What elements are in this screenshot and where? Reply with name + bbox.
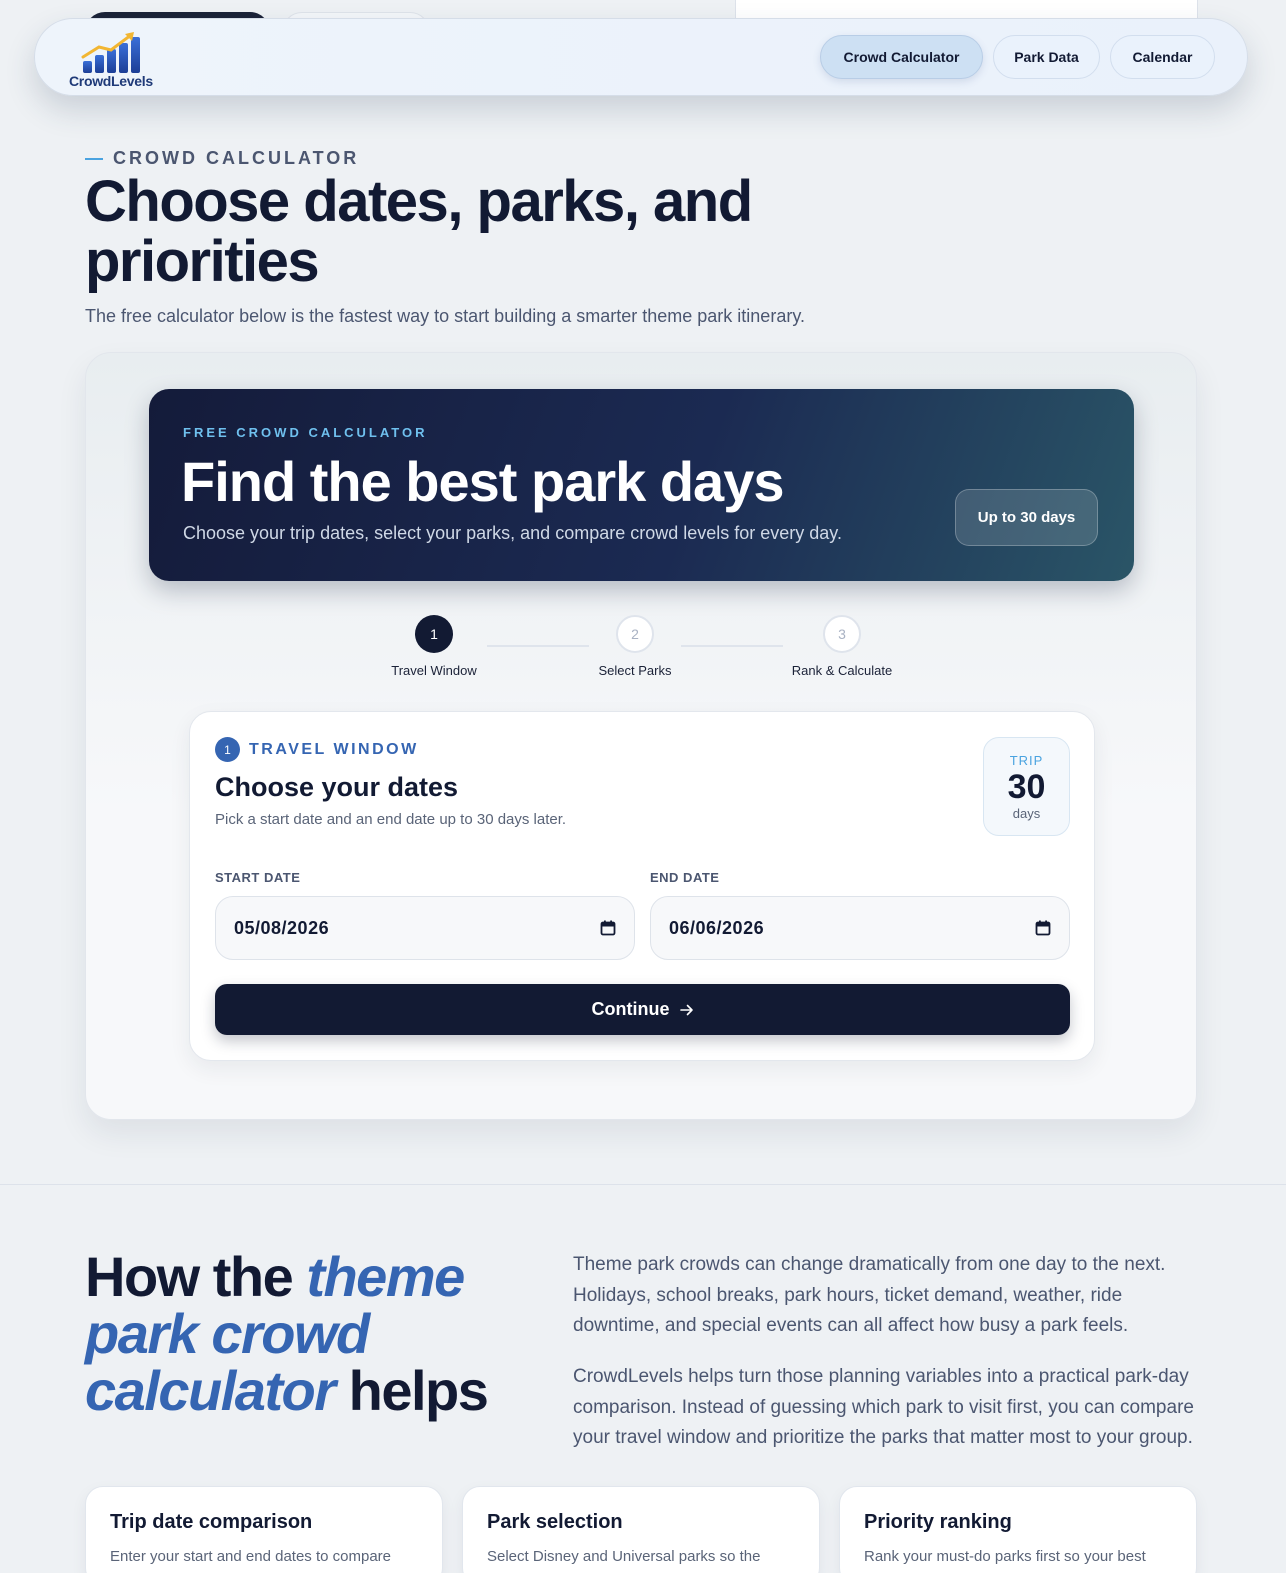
calendar-icon[interactable]	[1035, 920, 1051, 936]
title-prefix: How the	[85, 1245, 294, 1308]
banner-title: Find the best park days	[181, 450, 784, 513]
trip-days: 30	[1007, 768, 1046, 806]
feature-description: Select Disney and Universal parks so the	[487, 1548, 761, 1565]
calculator-card: FREE CROWD CALCULATOR Find the best park…	[85, 352, 1197, 1120]
banner-subtitle: Choose your trip dates, select your park…	[183, 523, 842, 543]
form-title: Choose your dates	[215, 772, 459, 802]
step-label: Select Parks	[598, 663, 672, 678]
form-subtitle: Pick a start date and an end date up to …	[215, 811, 567, 828]
trip-label: TRIP	[1009, 753, 1044, 768]
arrow-right-icon	[679, 1004, 693, 1015]
end-date-value: 06/06/2026	[669, 917, 765, 938]
top-navigation: CrowdLevels Crowd Calculator Park Data C…	[34, 18, 1248, 96]
feature-card-parks: Park selection Select Disney and Univers…	[462, 1486, 820, 1573]
calculator-banner: FREE CROWD CALCULATOR Find the best park…	[149, 389, 1134, 581]
step-travel-window[interactable]: 1 Travel Window	[384, 615, 484, 678]
start-date-label: START DATE	[215, 870, 301, 885]
eyebrow-dash	[85, 157, 103, 160]
eyebrow-text: CROWD CALCULATOR	[113, 148, 360, 168]
section-label: TRAVEL WINDOW	[249, 740, 419, 758]
page-title: Choose dates, parks, and priorities	[85, 169, 753, 294]
feature-title: Priority ranking	[864, 1511, 1012, 1533]
section-divider	[0, 1184, 1286, 1185]
section-number: 1	[215, 737, 240, 762]
feature-card-dates: Trip date comparison Enter your start an…	[85, 1486, 443, 1573]
end-date-input[interactable]: 06/06/2026	[650, 896, 1070, 960]
trip-length-badge: TRIP 30 days	[983, 737, 1070, 836]
how-paragraph-2: CrowdLevels helps turn those planning va…	[573, 1366, 1194, 1448]
continue-button[interactable]: Continue	[215, 984, 1070, 1035]
logo-text: CrowdLevels	[69, 73, 153, 89]
step-rank-calculate[interactable]: 3 Rank & Calculate	[782, 615, 902, 678]
nav-park-data[interactable]: Park Data	[993, 35, 1100, 79]
title-suffix: helps	[348, 1359, 489, 1422]
banner-eyebrow: FREE CROWD CALCULATOR	[183, 425, 428, 440]
step-label: Travel Window	[391, 663, 477, 678]
step-number: 3	[823, 615, 861, 653]
hero-eyebrow: CROWD CALCULATOR	[85, 148, 359, 169]
trip-unit: days	[1012, 806, 1041, 821]
range-badge: Up to 30 days	[955, 489, 1098, 546]
start-date-input[interactable]: 05/08/2026	[215, 896, 635, 960]
feature-card-priority: Priority ranking Rank your must-do parks…	[839, 1486, 1197, 1573]
step-number: 1	[415, 615, 453, 653]
nav-calendar[interactable]: Calendar	[1110, 35, 1215, 79]
feature-title: Park selection	[487, 1511, 623, 1533]
feature-description: Enter your start and end dates to compar…	[110, 1548, 391, 1565]
feature-description: Rank your must-do parks first so your be…	[864, 1548, 1146, 1565]
continue-label: Continue	[591, 999, 670, 1019]
how-section-title: How the theme park crowd calculator help…	[85, 1248, 525, 1419]
start-date-value: 05/08/2026	[234, 917, 330, 938]
calendar-icon[interactable]	[600, 920, 616, 936]
stepper-connector	[487, 645, 589, 647]
how-paragraph-1: Theme park crowds can change dramaticall…	[573, 1254, 1166, 1336]
step-number: 2	[616, 615, 654, 653]
end-date-label: END DATE	[650, 870, 720, 885]
page-lede: The free calculator below is the fastest…	[85, 306, 805, 326]
step-label: Rank & Calculate	[791, 663, 893, 678]
stepper-connector	[681, 645, 783, 647]
nav-crowd-calculator[interactable]: Crowd Calculator	[820, 35, 983, 79]
section-header: 1 TRAVEL WINDOW	[215, 737, 419, 762]
logo[interactable]: CrowdLevels	[69, 27, 159, 89]
travel-window-form: 1 TRAVEL WINDOW Choose your dates Pick a…	[189, 711, 1095, 1061]
chart-logo-icon	[81, 32, 140, 73]
step-select-parks[interactable]: 2 Select Parks	[585, 615, 685, 678]
feature-title: Trip date comparison	[110, 1511, 313, 1533]
